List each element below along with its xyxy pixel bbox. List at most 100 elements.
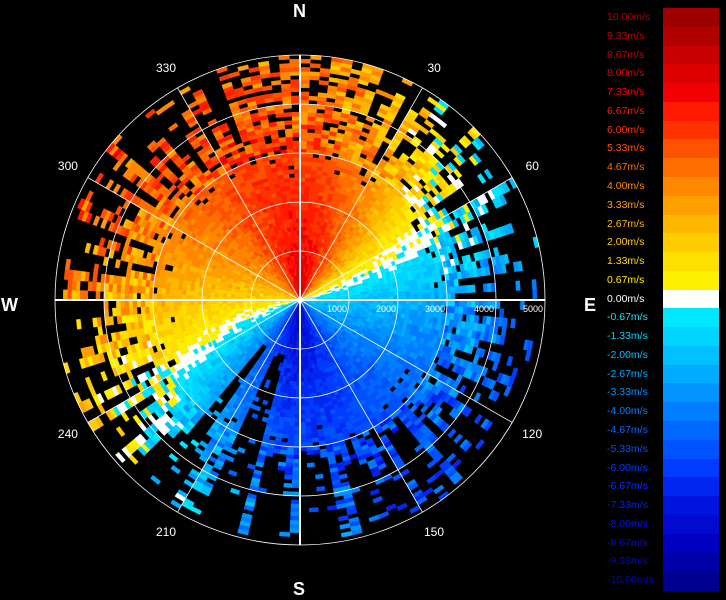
velocity-cell xyxy=(309,63,321,69)
velocity-cell xyxy=(193,308,200,315)
velocity-cell xyxy=(194,446,204,456)
velocity-cell xyxy=(128,307,134,316)
velocity-cell xyxy=(132,414,142,425)
velocity-cell xyxy=(384,288,390,293)
velocity-cell xyxy=(299,103,309,109)
velocity-cell xyxy=(115,451,126,464)
velocity-cell xyxy=(356,294,362,298)
velocity-cell xyxy=(179,440,189,450)
velocity-cell xyxy=(454,285,460,294)
velocity-cell xyxy=(486,283,492,293)
velocity-cell xyxy=(321,129,331,136)
velocity-cell xyxy=(189,309,195,315)
velocity-cell xyxy=(302,368,307,374)
velocity-cell xyxy=(290,499,301,505)
velocity-cell xyxy=(277,465,286,472)
velocity-cell xyxy=(426,459,437,469)
velocity-cell xyxy=(531,279,537,291)
velocity-cell xyxy=(288,384,293,390)
velocity-cell xyxy=(246,301,252,305)
velocity-cell xyxy=(450,299,456,308)
velocity-cell xyxy=(429,288,435,295)
velocity-cell xyxy=(283,482,293,488)
velocity-cell xyxy=(170,464,181,475)
velocity-cell xyxy=(126,370,134,380)
velocity-cell xyxy=(303,377,308,382)
velocity-cell xyxy=(92,317,98,328)
velocity-cell xyxy=(499,308,505,319)
velocity-cell xyxy=(299,71,311,76)
velocity-cell xyxy=(190,439,200,448)
velocity-cell xyxy=(214,306,220,312)
velocity-cell xyxy=(500,326,507,337)
velocity-cell xyxy=(165,305,171,312)
velocity-cell xyxy=(205,303,211,309)
velocity-cell xyxy=(305,433,313,439)
velocity-cell xyxy=(310,417,317,423)
velocity-cell xyxy=(116,307,122,317)
velocity-cell xyxy=(299,75,311,80)
velocity-cell xyxy=(304,405,310,411)
velocity-cell xyxy=(316,485,326,492)
velocity-cell xyxy=(181,304,187,311)
velocity-cell xyxy=(269,431,277,437)
velocity-cell xyxy=(462,222,471,232)
velocity-cell xyxy=(251,412,259,420)
velocity-cell xyxy=(409,304,415,311)
velocity-cell xyxy=(306,380,312,386)
velocity-cell xyxy=(299,124,308,129)
velocity-cell xyxy=(284,466,293,472)
velocity-cell xyxy=(303,214,308,219)
velocity-cell xyxy=(76,318,82,330)
velocity-cell xyxy=(426,474,437,485)
velocity-cell xyxy=(310,177,317,183)
velocity-cell xyxy=(462,299,468,308)
velocity-cell xyxy=(120,299,125,309)
velocity-cell xyxy=(199,440,209,449)
velocity-cell xyxy=(384,92,396,101)
velocity-cell xyxy=(287,438,295,444)
velocity-cell xyxy=(307,210,312,216)
velocity-cell xyxy=(400,308,407,315)
velocity-radar-plot xyxy=(54,54,546,546)
velocity-cell xyxy=(301,348,305,354)
velocity-cell xyxy=(309,189,315,195)
velocity-cell xyxy=(291,385,297,390)
velocity-cell xyxy=(116,315,123,325)
velocity-cell xyxy=(307,388,313,394)
velocity-cell xyxy=(303,381,308,386)
velocity-cell xyxy=(115,426,126,437)
velocity-cell xyxy=(306,372,311,378)
velocity-cell xyxy=(307,116,317,122)
velocity-cell xyxy=(210,307,216,312)
velocity-cell xyxy=(348,295,354,299)
velocity-cell xyxy=(315,420,323,426)
velocity-cell xyxy=(289,417,296,423)
velocity-cell xyxy=(299,140,308,146)
velocity-cell xyxy=(303,201,309,207)
velocity-cell xyxy=(306,462,315,468)
velocity-cell xyxy=(279,531,291,537)
velocity-cell xyxy=(292,450,301,456)
velocity-cell xyxy=(388,287,394,293)
velocity-cell xyxy=(308,193,315,200)
velocity-cell xyxy=(413,304,419,311)
velocity-cell xyxy=(376,289,382,294)
velocity-cell xyxy=(292,372,298,378)
velocity-cell xyxy=(177,310,183,317)
velocity-cell xyxy=(288,425,295,431)
velocity-cell xyxy=(503,385,512,397)
velocity-cell xyxy=(304,177,311,183)
velocity-cell xyxy=(312,449,321,455)
velocity-cell xyxy=(318,80,330,86)
velocity-cell xyxy=(299,144,308,150)
velocity-cell xyxy=(289,528,301,534)
velocity-cell xyxy=(419,125,430,136)
velocity-cell xyxy=(281,433,289,439)
velocity-cell xyxy=(88,385,97,397)
velocity-cell xyxy=(405,290,411,296)
velocity-cell xyxy=(315,112,325,119)
velocity-cell xyxy=(454,299,460,308)
velocity-cell xyxy=(385,503,397,512)
velocity-cell xyxy=(299,91,310,97)
